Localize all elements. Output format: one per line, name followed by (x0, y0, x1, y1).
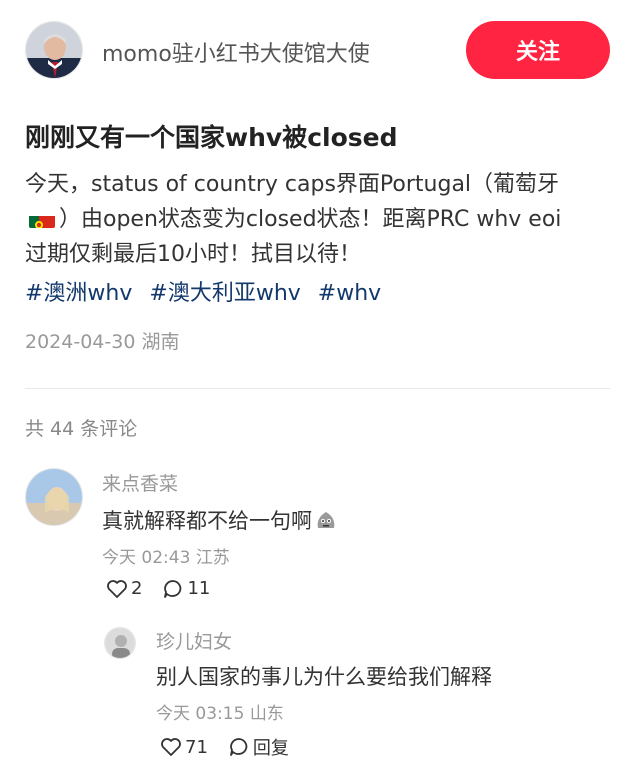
comment-text-content: 真就解释都不给一句啊 (102, 509, 312, 533)
like-count: 2 (131, 578, 143, 599)
post-body-line-1: 今天，status of country caps界面Portugal（葡萄牙 (25, 172, 560, 197)
heart-icon (107, 579, 127, 598)
post-location: 湖南 (141, 331, 180, 353)
post-title: 刚刚又有一个国家whv被closed (25, 123, 398, 152)
heart-icon (161, 738, 181, 756)
replier-avatar[interactable] (104, 627, 136, 659)
reply-like-button[interactable]: 71 (160, 737, 208, 758)
like-button[interactable]: 2 (106, 578, 142, 599)
post-date: 2024-04-30 (25, 331, 136, 353)
post-tags: #澳洲whv #澳大利亚whv #whv (25, 275, 391, 307)
reply-username[interactable]: 珍儿妇女 (156, 627, 232, 654)
reply-like-count: 71 (185, 736, 208, 758)
post-meta: 2024-04-30 湖南 (25, 327, 179, 354)
comment-location: 江苏 (195, 548, 230, 568)
reply-button[interactable]: 回复 (228, 734, 289, 760)
follow-button[interactable]: 关注 (466, 21, 610, 79)
reply-meta: 今天 03:15 山东 (156, 699, 284, 724)
author-avatar[interactable] (25, 21, 83, 79)
post-body-line-3: 过期仅剩最后10小时！拭目以待！ (25, 242, 361, 267)
post-body: 今天，status of country caps界面Portugal（葡萄牙 … (25, 167, 615, 272)
reply-text: 别人国家的事儿为什么要给我们解释 (156, 665, 492, 689)
tag-link[interactable]: #澳洲whv (25, 281, 132, 306)
divider (25, 388, 610, 389)
annoyed-face-emoji-icon (314, 508, 338, 532)
comment-bubble-icon (230, 738, 248, 756)
comment-bubble-icon (164, 579, 182, 598)
reply-location: 山东 (249, 704, 284, 724)
tag-link[interactable]: #澳大利亚whv (149, 281, 300, 306)
reply-count: 11 (187, 578, 211, 599)
reply-count-button[interactable]: 11 (162, 578, 210, 599)
post-header: momo驻小红书大使馆大使 关注 (0, 0, 636, 100)
comment-meta: 今天 02:43 江苏 (102, 543, 230, 568)
author-name[interactable]: momo驻小红书大使馆大使 (102, 36, 370, 68)
comment-username[interactable]: 来点香菜 (102, 469, 178, 496)
comment-text: 真就解释都不给一句啊 (102, 505, 338, 535)
tag-link[interactable]: #whv (318, 281, 381, 306)
commenter-avatar[interactable] (25, 468, 83, 526)
reply-time: 今天 03:15 (156, 704, 245, 724)
comment-count: 共 44 条评论 (25, 418, 138, 440)
comment-actions: 2 11 (106, 578, 230, 599)
portugal-flag-icon (29, 210, 55, 228)
reply-actions: 71 回复 (160, 734, 309, 760)
comment-time: 今天 02:43 (102, 548, 191, 568)
post-body-line-2: ）由open状态变为closed状态！距离PRC whv eoi (59, 207, 562, 232)
reply-label: 回复 (252, 738, 289, 759)
